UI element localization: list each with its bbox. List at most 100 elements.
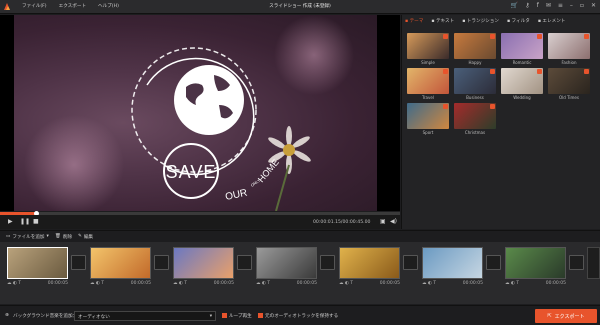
timeline-clip[interactable]: ☁ ◐ T 00:00:05 — [505, 247, 566, 293]
edit-icon: ✎ — [78, 234, 82, 239]
clip-thumbnail — [173, 247, 234, 279]
timeline-clip[interactable]: ☁ ◐ T 00:00:05 — [7, 247, 68, 293]
keep-original-checkbox[interactable]: 元のオーディオトラックを保持する — [258, 313, 338, 319]
timeline-clip[interactable]: ☁ ◐ T 00:00:05 — [173, 247, 234, 293]
timeline-clip[interactable]: ☁ ◐ T 00:00:05 — [422, 247, 483, 293]
save-our-home-graphic: SAVE OUR ONLY HOME — [24, 15, 354, 211]
add-files-button[interactable]: ▭ ファイルを追加 ▾ — [6, 234, 49, 240]
maximize-icon[interactable]: ▫ — [580, 2, 584, 9]
clip-info: ☁ ◐ T 00:00:05 — [256, 281, 317, 286]
tab-text[interactable]: ▪ テキスト — [431, 18, 454, 24]
tab-element[interactable]: ▪ エレメント — [538, 18, 566, 24]
delete-button[interactable]: 🗑 削除 — [55, 234, 72, 240]
preview-area: SAVE OUR ONLY HOME — [0, 15, 400, 211]
clip-tools-icon[interactable]: ☁ ◐ T — [505, 281, 519, 286]
title-bar: ファイル(F) エクスポート ヘルプ(H) スライドショー 作成 (未登録) 🛒… — [0, 0, 600, 14]
tab-label: トランジション — [466, 19, 499, 24]
download-icon[interactable] — [443, 69, 448, 74]
download-icon[interactable] — [490, 34, 495, 39]
theme-label: Romantic — [512, 60, 532, 65]
tab-filter[interactable]: ▪ フィルタ — [507, 18, 530, 24]
theme-label: Fashion — [561, 60, 577, 65]
tab-label: エレメント — [542, 19, 566, 24]
download-icon[interactable] — [584, 69, 589, 74]
loop-checkbox[interactable]: ループ再生 — [222, 313, 252, 319]
tab-label: テーマ — [409, 19, 424, 24]
keep-original-label: 元のオーディオトラックを保持する — [265, 314, 339, 319]
clip-tools-icon[interactable]: ☁ ◐ T — [173, 281, 187, 286]
clip-tools-icon[interactable]: ☁ ◐ T — [90, 281, 104, 286]
transition-slot[interactable] — [569, 255, 584, 270]
download-icon[interactable] — [490, 69, 495, 74]
clip-duration: 00:00:05 — [130, 281, 151, 286]
clip-info: ☁ ◐ T 00:00:05 — [339, 281, 400, 286]
tab-transition[interactable]: ▪ トランジション — [462, 18, 499, 24]
clip-tools-icon[interactable]: ☁ ◐ T — [422, 281, 436, 286]
theme-item[interactable]: Wedding — [501, 68, 543, 100]
transition-slot[interactable] — [154, 255, 169, 270]
download-icon[interactable] — [443, 104, 448, 109]
volume-icon[interactable]: ◀) — [390, 218, 397, 225]
clip-thumbnail — [422, 247, 483, 279]
clip-thumbnail — [256, 247, 317, 279]
add-music-icon[interactable]: ⊕ — [5, 313, 9, 318]
download-icon[interactable] — [537, 34, 542, 39]
timeline-clip[interactable]: ☁ ◐ T 00:00:05 — [256, 247, 317, 293]
menu-icon[interactable]: ≡ — [558, 2, 563, 9]
theme-item[interactable]: Old Times — [548, 68, 590, 100]
transition-slot[interactable] — [71, 255, 86, 270]
transition-slot[interactable] — [486, 255, 501, 270]
theme-label: Simple — [421, 60, 435, 65]
transition-slot[interactable] — [320, 255, 335, 270]
theme-item[interactable]: Travel — [407, 68, 449, 100]
tab-theme[interactable]: ▪ テーマ — [405, 18, 423, 24]
edit-button[interactable]: ✎ 編集 — [78, 234, 93, 240]
tab-label: フィルタ — [511, 19, 530, 24]
delete-label: 削除 — [62, 235, 73, 240]
theme-item[interactable]: Sport — [407, 103, 449, 135]
feedback-icon[interactable]: ✉ — [546, 2, 551, 9]
download-icon[interactable] — [584, 34, 589, 39]
theme-item[interactable]: Simple — [407, 33, 449, 65]
theme-panel: ▪ テーマ ▪ テキスト ▪ トランジション ▪ フィルタ ▪ エレメント Simple… — [401, 15, 600, 229]
storyboard-timeline: ☁ ◐ T 00:00:05 ☁ ◐ T 00:00:05 ☁ ◐ T 00:00:05 ☁… — [0, 242, 600, 304]
theme-item[interactable]: Business — [454, 68, 496, 100]
clip-duration: 00:00:05 — [462, 281, 483, 286]
theme-item[interactable]: Fashion — [548, 33, 590, 65]
export-button[interactable]: ⇱ エクスポート — [535, 309, 597, 323]
clip-tools-icon[interactable]: ☁ ◐ T — [339, 281, 353, 286]
audio-select[interactable]: オーディオない ▾ — [74, 311, 216, 321]
cart-icon[interactable]: 🛒 — [511, 2, 518, 9]
download-icon[interactable] — [537, 69, 542, 74]
snapshot-icon[interactable]: ▣ — [380, 218, 386, 225]
preview-image: SAVE OUR ONLY HOME — [14, 15, 377, 211]
storyboard-toolbar: ▭ ファイルを追加 ▾ 🗑 削除 ✎ 編集 — [0, 230, 600, 242]
download-icon[interactable] — [443, 34, 448, 39]
stop-icon[interactable]: ■ — [33, 218, 39, 225]
theme-item[interactable]: Romantic — [501, 33, 543, 65]
overlay-save-text: SAVE — [166, 162, 217, 182]
theme-item[interactable]: Happy — [454, 33, 496, 65]
key-icon[interactable]: ⚷ — [525, 2, 529, 9]
add-clip-button[interactable] — [587, 247, 600, 279]
close-icon[interactable]: ✕ — [591, 2, 596, 9]
facebook-icon[interactable]: f — [537, 2, 539, 9]
clip-thumbnail — [505, 247, 566, 279]
transition-slot[interactable] — [237, 255, 252, 270]
clip-thumbnail — [7, 247, 68, 279]
clip-tools-icon[interactable]: ☁ ◐ T — [256, 281, 270, 286]
pause-icon[interactable]: ❚❚ — [20, 218, 30, 225]
theme-label: Sport — [422, 130, 434, 135]
minimize-icon[interactable]: – — [570, 2, 573, 9]
theme-item[interactable]: Christmas — [454, 103, 496, 135]
theme-label: Wedding — [513, 95, 531, 100]
timeline-clip[interactable]: ☁ ◐ T 00:00:05 — [90, 247, 151, 293]
theme-label: Business — [466, 95, 484, 100]
transition-slot[interactable] — [403, 255, 418, 270]
export-label: エクスポート — [554, 313, 585, 320]
download-icon[interactable] — [490, 104, 495, 109]
timeline-clip[interactable]: ☁ ◐ T 00:00:05 — [339, 247, 400, 293]
clip-tools-icon[interactable]: ☁ ◐ T — [7, 281, 21, 286]
panel-tabs: ▪ テーマ ▪ テキスト ▪ トランジション ▪ フィルタ ▪ エレメント — [405, 18, 565, 24]
play-icon[interactable]: ▶ — [8, 218, 13, 225]
